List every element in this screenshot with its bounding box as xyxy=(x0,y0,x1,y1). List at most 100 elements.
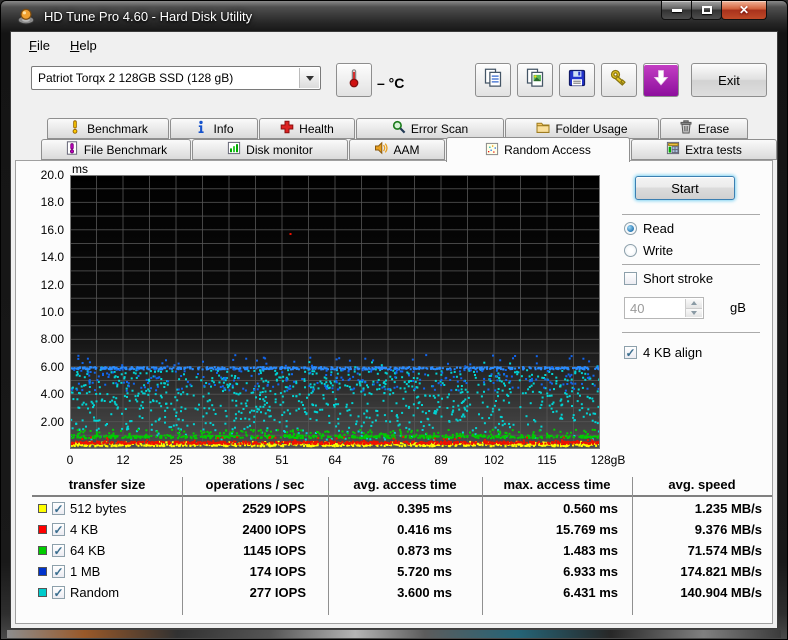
tab-folder-usage[interactable]: Folder Usage xyxy=(505,118,659,139)
column-separator xyxy=(482,477,483,615)
ops-value: 1145 IOPS xyxy=(243,543,306,558)
series-checkbox[interactable]: ✓ xyxy=(52,523,65,536)
tab-label: Erase xyxy=(697,121,730,136)
window-controls: ✕ xyxy=(661,1,767,20)
error-scan-icon xyxy=(392,120,406,137)
copy-image-button[interactable] xyxy=(517,63,553,97)
keys-icon xyxy=(609,68,629,93)
spinner-down-button[interactable] xyxy=(686,307,702,317)
x-tick-label: 25 xyxy=(169,453,183,467)
titlebar: HD Tune Pro 4.60 - Hard Disk Utility ✕ xyxy=(1,1,787,31)
column-header: avg. speed xyxy=(668,477,736,492)
series-color-swatch xyxy=(38,567,47,576)
y-tick-label: 12.0 xyxy=(40,277,64,292)
column-header: max. access time xyxy=(503,477,611,492)
align-checkbox[interactable]: ✓ xyxy=(624,346,637,359)
tab-disk-monitor[interactable]: Disk monitor xyxy=(192,139,348,160)
read-radio[interactable] xyxy=(624,222,637,235)
series-color-swatch xyxy=(38,588,47,597)
tab-file-benchmark[interactable]: File Benchmark xyxy=(41,139,191,160)
y-tick-label: 6.00 xyxy=(40,359,64,374)
read-radio-row[interactable]: Read xyxy=(624,221,674,236)
capture-button[interactable] xyxy=(643,63,679,97)
minimize-icon xyxy=(671,8,682,12)
keys-button[interactable] xyxy=(601,63,637,97)
transfer-size-label: 512 bytes xyxy=(70,501,127,516)
series-checkbox[interactable]: ✓ xyxy=(52,586,65,599)
transfer-size-label: 64 KB xyxy=(70,543,106,558)
save-button[interactable] xyxy=(559,63,595,97)
close-button[interactable]: ✕ xyxy=(721,1,767,20)
temperature-button[interactable] xyxy=(336,63,372,97)
speed-value: 1.235 MB/s xyxy=(694,501,762,516)
access-time-chart xyxy=(70,175,602,449)
max-value: 0.560 ms xyxy=(563,501,618,516)
series-color-swatch xyxy=(38,546,47,555)
series-color-swatch xyxy=(38,525,47,534)
y-tick-label: 18.0 xyxy=(40,195,64,210)
short-stroke-checkbox[interactable] xyxy=(624,272,637,285)
tab-random-access[interactable]: Random Access xyxy=(446,137,630,162)
tab-label: Benchmark xyxy=(87,121,148,136)
x-tick-label: 128gB xyxy=(590,453,626,467)
series-checkbox[interactable]: ✓ xyxy=(52,502,65,515)
tab-aam[interactable]: AAM xyxy=(349,139,445,160)
tab-info[interactable]: Info xyxy=(170,118,258,139)
tab-erase[interactable]: Erase xyxy=(660,118,748,139)
x-tick-label: 38 xyxy=(222,453,236,467)
tab-strip: Benchmark Info Health Error Scan Folder Usag… xyxy=(11,112,777,162)
folder-usage-icon xyxy=(536,120,550,137)
tab-label: AAM xyxy=(393,142,420,157)
menu-file[interactable]: File xyxy=(19,35,60,56)
short-stroke-size-input[interactable]: 40 xyxy=(624,297,704,319)
series-checkbox[interactable]: ✓ xyxy=(52,565,65,578)
x-tick-label: 64 xyxy=(328,453,342,467)
series-checkbox[interactable]: ✓ xyxy=(52,544,65,557)
maximize-button[interactable] xyxy=(691,1,722,20)
y-tick-label: 8.00 xyxy=(40,332,64,347)
temperature-label: – °C xyxy=(377,75,405,91)
tab-benchmark[interactable]: Benchmark xyxy=(47,118,169,139)
spinner-up-button[interactable] xyxy=(686,299,702,308)
tab-label: Disk monitor xyxy=(246,142,313,157)
avg-value: 5.720 ms xyxy=(397,564,452,579)
y-tick-label: 10.0 xyxy=(40,305,64,319)
copy-text-icon xyxy=(483,68,503,93)
speed-value: 9.376 MB/s xyxy=(694,522,762,537)
copy-text-button[interactable] xyxy=(475,63,511,97)
short-stroke-label: Short stroke xyxy=(643,271,714,286)
x-tick-label: 76 xyxy=(381,453,395,467)
tab-health[interactable]: Health xyxy=(259,118,355,139)
drive-select-value: Patriot Torqx 2 128GB SSD (128 gB) xyxy=(38,71,234,85)
x-tick-label: 115 xyxy=(537,453,557,467)
file-benchmark-icon xyxy=(65,141,79,158)
menu-help[interactable]: Help xyxy=(60,35,107,56)
x-tick-label: 51 xyxy=(275,453,289,467)
table-row: ✓ Random 277 IOPS 3.600 ms 6.431 ms 140.904 M… xyxy=(32,582,772,603)
write-radio-row[interactable]: Write xyxy=(624,243,673,258)
align-row[interactable]: ✓ 4 KB align xyxy=(624,345,702,360)
tab-extra-tests[interactable]: Extra tests xyxy=(631,139,777,160)
max-value: 6.431 ms xyxy=(563,585,618,600)
write-radio[interactable] xyxy=(624,244,637,257)
drive-select[interactable]: Patriot Torqx 2 128GB SSD (128 gB) xyxy=(31,66,321,90)
column-separator xyxy=(632,477,633,615)
avg-value: 0.873 ms xyxy=(397,543,452,558)
tab-label: File Benchmark xyxy=(83,142,168,157)
minimize-button[interactable] xyxy=(661,1,692,20)
tab-row-2: File Benchmark Disk monitor AAM Random Acce… xyxy=(11,137,777,162)
short-stroke-row[interactable]: Short stroke xyxy=(624,271,713,286)
read-label: Read xyxy=(643,221,675,236)
x-tick-label: 102 xyxy=(483,453,505,467)
start-button[interactable]: Start xyxy=(635,176,735,200)
exit-button[interactable]: Exit xyxy=(691,63,767,97)
menu-bar: File Help xyxy=(11,32,777,58)
ops-value: 2529 IOPS xyxy=(242,501,306,516)
transfer-size-label: 1 MB xyxy=(70,564,101,579)
random-access-page: ms Start Read Write Short stroke 40 gB ✓… xyxy=(15,160,773,624)
tab-error-scan[interactable]: Error Scan xyxy=(356,118,504,139)
series-color-swatch xyxy=(38,504,47,513)
transfer-size-label: Random xyxy=(70,585,120,600)
info-icon xyxy=(194,120,208,137)
avg-value: 0.395 ms xyxy=(397,501,452,516)
